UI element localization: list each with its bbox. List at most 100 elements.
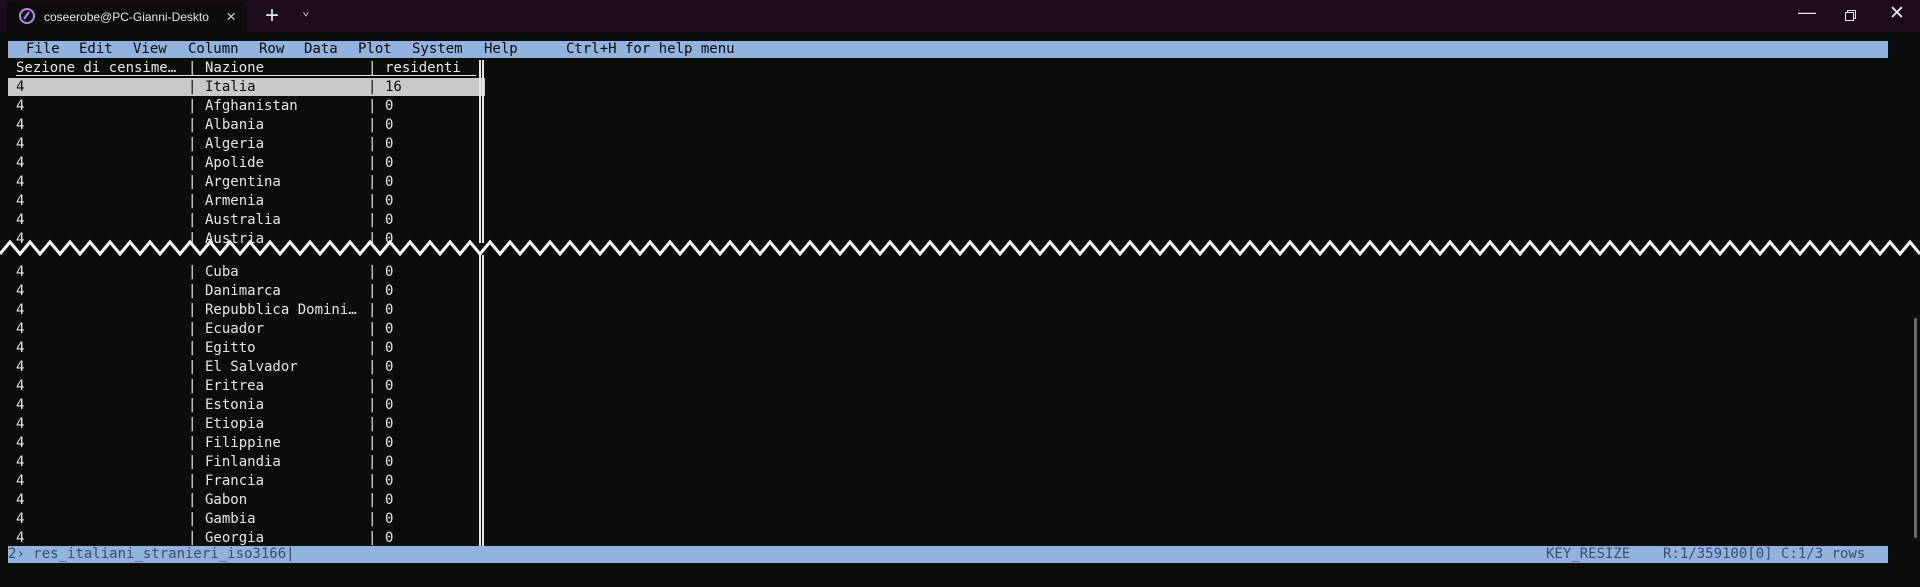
cell-separator[interactable]: | [368,321,376,338]
cell-separator[interactable]: | [368,359,376,376]
cell-separator[interactable]: | [368,136,376,153]
cell-residenti[interactable]: 0 [385,397,393,414]
cell-nazione[interactable]: Etiopia [205,416,264,433]
cell-separator[interactable]: | [368,473,376,490]
cell-separator[interactable]: | [368,302,376,319]
cell-sezione[interactable]: 4 [16,340,24,357]
menu-plot[interactable]: Plot [358,41,392,58]
cell-separator[interactable]: | [188,136,196,153]
tab-dropdown-icon[interactable]: ⌄ [302,4,310,19]
cell-residenti[interactable]: 0 [385,155,393,172]
cell-separator[interactable]: | [368,378,376,395]
cell-sezione[interactable]: 4 [16,359,24,376]
cell-separator[interactable]: | [188,302,196,319]
cell-sezione[interactable]: 4 [16,193,24,210]
cell-residenti[interactable]: 0 [385,340,393,357]
cell-separator[interactable]: | [368,98,376,115]
cell-sezione[interactable]: 4 [16,397,24,414]
maximize-button[interactable] [1845,8,1856,21]
cell-residenti[interactable]: 0 [385,435,393,452]
cell-residenti[interactable]: 0 [385,302,393,319]
cell-nazione[interactable]: Filippine [205,435,281,452]
cell-nazione[interactable]: Eritrea [205,378,264,395]
cell-sezione[interactable]: 4 [16,79,24,96]
cell-residenti[interactable]: 0 [385,473,393,490]
cell-nazione[interactable]: Albania [205,117,264,134]
cell-residenti[interactable]: 0 [385,212,393,229]
cell-residenti[interactable]: 0 [385,283,393,300]
new-tab-button[interactable]: + [265,2,279,30]
cell-sezione[interactable]: 4 [16,174,24,191]
cell-separator[interactable]: | [368,193,376,210]
cell-separator[interactable]: | [188,530,196,547]
cell-nazione[interactable]: Argentina [205,174,281,191]
cell-residenti[interactable]: 0 [385,193,393,210]
close-window-button[interactable]: ✕ [1889,2,1905,25]
cell-separator[interactable]: | [188,454,196,471]
cell-separator[interactable]: | [188,340,196,357]
cell-separator[interactable]: | [368,174,376,191]
cell-separator[interactable]: | [188,155,196,172]
cell-nazione[interactable]: Gambia [205,511,256,528]
cell-separator[interactable]: | [368,416,376,433]
cell-separator[interactable]: | [188,359,196,376]
cell-sezione[interactable]: 4 [16,155,24,172]
cell-nazione[interactable]: Ecuador [205,321,264,338]
menu-edit[interactable]: Edit [79,41,113,58]
cell-separator[interactable]: | [188,193,196,210]
cell-residenti[interactable]: 0 [385,492,393,509]
cell-separator[interactable]: | [368,79,376,96]
cell-separator[interactable]: | [188,321,196,338]
cell-residenti[interactable]: 0 [385,174,393,191]
cell-residenti[interactable]: 16 [385,79,402,96]
cell-sezione[interactable]: 4 [16,136,24,153]
cell-nazione[interactable]: Danimarca [205,283,281,300]
menu-system[interactable]: System [412,41,463,58]
cell-nazione[interactable]: Armenia [205,193,264,210]
cell-separator[interactable]: | [188,397,196,414]
menu-file[interactable]: File [26,41,60,58]
cell-separator[interactable]: | [188,174,196,191]
cell-nazione[interactable]: Francia [205,473,264,490]
cell-sezione[interactable]: 4 [16,302,24,319]
cell-sezione[interactable]: 4 [16,378,24,395]
cell-separator[interactable]: | [368,530,376,547]
cell-separator[interactable]: | [368,435,376,452]
cell-residenti[interactable]: 0 [385,136,393,153]
cell-separator[interactable]: | [188,283,196,300]
cell-residenti[interactable]: 0 [385,117,393,134]
scrollbar[interactable] [1914,318,1917,538]
cell-residenti[interactable]: 0 [385,416,393,433]
cell-sezione[interactable]: 4 [16,511,24,528]
cell-residenti[interactable]: 0 [385,378,393,395]
cell-sezione[interactable]: 4 [16,212,24,229]
cell-residenti[interactable]: 0 [385,98,393,115]
cell-nazione[interactable]: Apolide [205,155,264,172]
cell-separator[interactable]: | [188,435,196,452]
cell-separator[interactable]: | [188,511,196,528]
cell-nazione[interactable]: Finlandia [205,454,281,471]
cell-sezione[interactable]: 4 [16,264,24,281]
cell-residenti[interactable]: 0 [385,321,393,338]
cell-sezione[interactable]: 4 [16,530,24,547]
cell-nazione[interactable]: Repubblica Domini… [205,302,357,319]
cell-sezione[interactable]: 4 [16,435,24,452]
cell-separator[interactable]: | [368,264,376,281]
cell-sezione[interactable]: 4 [16,321,24,338]
menu-view[interactable]: View [133,41,167,58]
cell-nazione[interactable]: Australia [205,212,281,229]
cell-separator[interactable]: | [188,473,196,490]
cell-sezione[interactable]: 4 [16,492,24,509]
cell-separator[interactable]: | [368,212,376,229]
cell-sezione[interactable]: 4 [16,416,24,433]
cell-sezione[interactable]: 4 [16,454,24,471]
menu-help[interactable]: Help [484,41,518,58]
cell-residenti[interactable]: 0 [385,264,393,281]
cell-nazione[interactable]: Cuba [205,264,239,281]
terminal-tab[interactable]: coseerobe@PC-Gianni-Deskto × [6,2,246,32]
cell-sezione[interactable]: 4 [16,283,24,300]
cell-separator[interactable]: | [368,155,376,172]
cell-separator[interactable]: | [188,79,196,96]
cell-separator[interactable]: | [188,378,196,395]
cell-separator[interactable]: | [368,454,376,471]
